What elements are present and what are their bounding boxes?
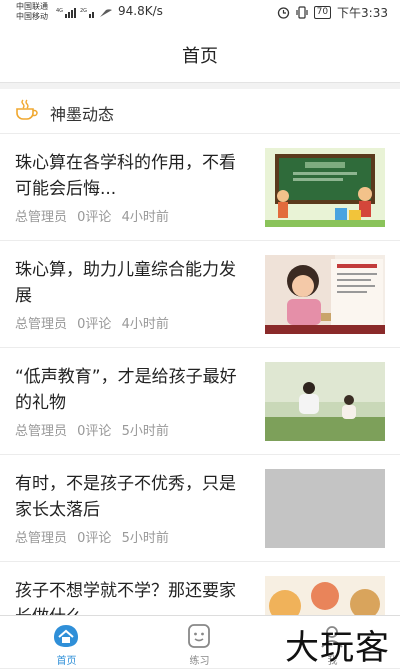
- network-speed: 94.8K/s: [118, 4, 163, 18]
- article-title: 有时，不是孩子不优秀，只是家长太落后: [15, 474, 236, 520]
- article-item[interactable]: 珠心算，助力儿童综合能力发展 总管理员 0评论 4小时前: [0, 241, 400, 348]
- article-meta: 总管理员 0评论 5小时前: [15, 527, 175, 546]
- tab-home[interactable]: 首页: [0, 616, 133, 668]
- signal-icon: 4G 2G: [56, 8, 112, 18]
- article-item[interactable]: “低声教育”，才是给孩子最好的礼物 总管理员 0评论 5小时前: [0, 348, 400, 455]
- carrier-2: 中国移动: [16, 12, 48, 21]
- article-thumbnail: [265, 255, 385, 334]
- article-comments: 0评论: [77, 531, 112, 546]
- article-meta: 总管理员 0评论 5小时前: [15, 420, 175, 439]
- watermark-text: 大玩客: [285, 628, 390, 668]
- page-title: 首页: [182, 46, 218, 67]
- article-meta: 总管理员 0评论 4小时前: [15, 206, 175, 225]
- tab-label: 练习: [189, 656, 210, 667]
- article-thumbnail: [265, 148, 385, 227]
- article-title: “低声教育”，才是给孩子最好的礼物: [15, 367, 237, 413]
- article-title: 珠心算，助力儿童综合能力发展: [15, 260, 236, 306]
- article-time: 5小时前: [121, 424, 169, 439]
- clock: 下午3:33: [337, 6, 388, 20]
- net-type-2: 2G: [80, 8, 87, 14]
- article-list: 珠心算在各学科的作用，不看可能会后悔... 总管理员 0评论 4小时前 珠心算，…: [0, 134, 400, 669]
- app-header: 首页: [0, 24, 400, 83]
- article-comments: 0评论: [77, 317, 112, 332]
- carrier-1: 中国联通: [16, 2, 48, 11]
- home-icon: [54, 625, 78, 647]
- vibrate-icon: [295, 6, 308, 19]
- article-author: 总管理员: [15, 531, 68, 546]
- section-header: 神墨动态: [0, 89, 400, 134]
- article-time: 4小时前: [121, 317, 169, 332]
- article-author: 总管理员: [15, 424, 68, 439]
- article-title: 珠心算在各学科的作用，不看可能会后悔...: [15, 153, 236, 199]
- article-author: 总管理员: [15, 210, 68, 225]
- alarm-icon: [277, 7, 289, 19]
- section-title: 神墨动态: [50, 105, 115, 124]
- tab-label: 首页: [56, 656, 77, 667]
- article-thumbnail-placeholder: [265, 469, 385, 548]
- article-author: 总管理员: [15, 317, 68, 332]
- article-time: 5小时前: [121, 531, 169, 546]
- practice-icon: [188, 624, 210, 648]
- net-type-1: 4G: [56, 8, 63, 14]
- tab-practice[interactable]: 练习: [133, 616, 266, 668]
- article-item[interactable]: 珠心算在各学科的作用，不看可能会后悔... 总管理员 0评论 4小时前: [0, 134, 400, 241]
- article-thumbnail: [265, 362, 385, 441]
- status-bar: 中国联通 中国移动 4G 2G 94.8K/s 70 下午3:33: [0, 0, 400, 24]
- carrier-info: 中国联通 中国移动: [16, 2, 48, 22]
- cup-icon: [16, 99, 38, 120]
- article-time: 4小时前: [121, 210, 169, 225]
- article-meta: 总管理员 0评论 4小时前: [15, 313, 175, 332]
- battery-level: 70: [313, 6, 332, 19]
- article-item[interactable]: 有时，不是孩子不优秀，只是家长太落后 总管理员 0评论 5小时前: [0, 455, 400, 562]
- article-comments: 0评论: [77, 424, 112, 439]
- status-right: 70 下午3:33: [277, 4, 388, 21]
- article-comments: 0评论: [77, 210, 112, 225]
